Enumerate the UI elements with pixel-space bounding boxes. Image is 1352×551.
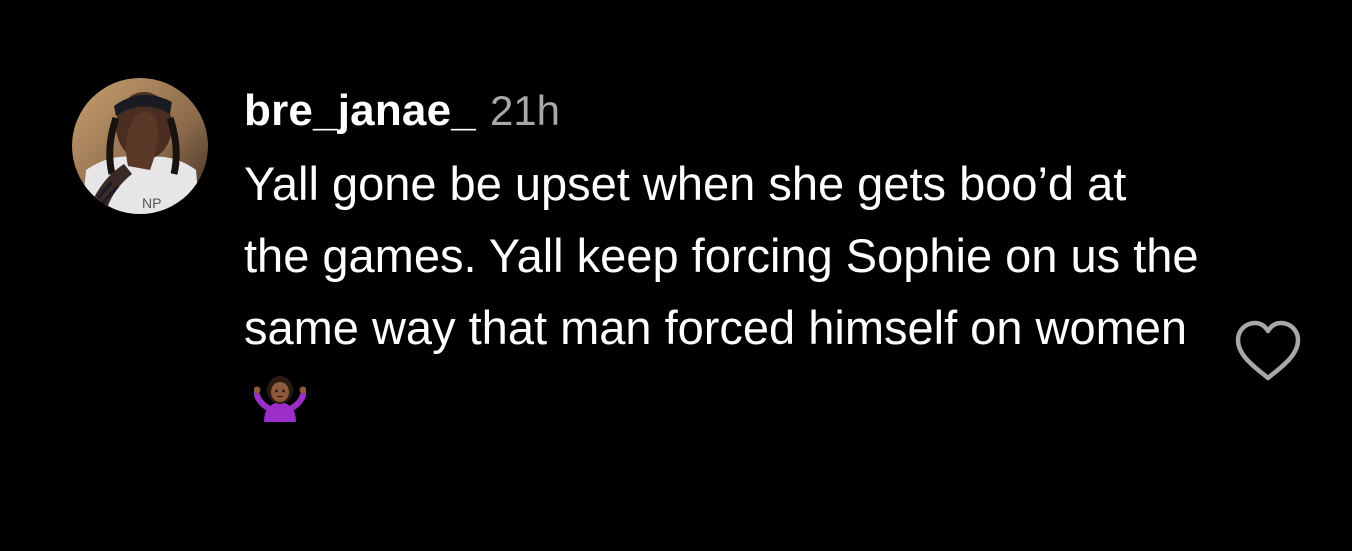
like-button[interactable] (1232, 318, 1304, 384)
username-link[interactable]: bre_janae_ (244, 86, 476, 136)
comment-header: bre_janae_ 21h (244, 86, 1204, 148)
comment-item: NP bre_janae_ 21h Yall gone be upset whe… (0, 0, 1352, 551)
comment-body: Yall gone be upset when she gets boo’d a… (244, 148, 1204, 442)
svg-text:NP: NP (142, 195, 161, 211)
person-shrugging-emoji (253, 370, 307, 442)
comment-text: Yall gone be upset when she gets boo’d a… (244, 157, 1199, 354)
comment-content: bre_janae_ 21h Yall gone be upset when s… (244, 86, 1204, 442)
avatar[interactable]: NP (72, 78, 208, 214)
heart-outline-icon (1235, 320, 1301, 381)
comment-timestamp: 21h (489, 87, 561, 134)
